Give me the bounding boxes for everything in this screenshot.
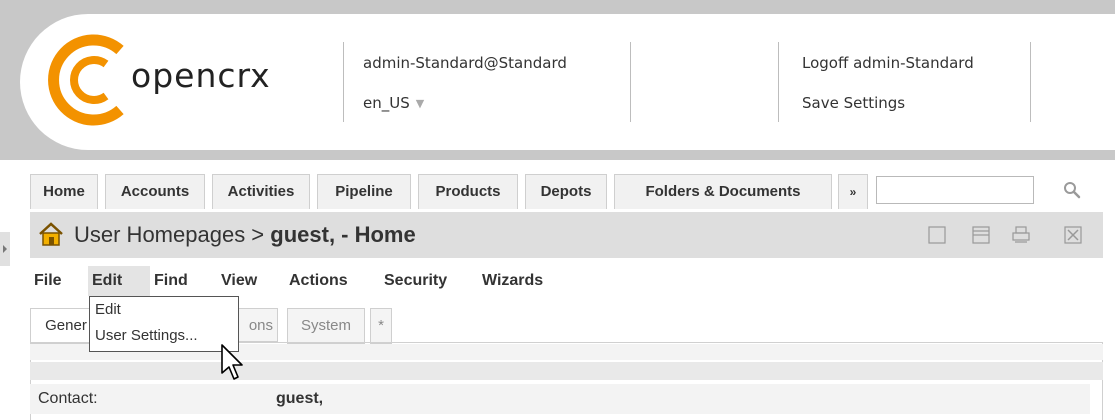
nav-tab-accounts[interactable]: Accounts: [105, 174, 205, 209]
header-divider: [778, 42, 779, 122]
nav-tab-pipeline[interactable]: Pipeline: [317, 174, 411, 209]
sidebar-toggle-icon[interactable]: [0, 232, 10, 266]
page-title-object: guest, - Home: [270, 222, 416, 247]
nav-more-button[interactable]: »: [838, 174, 868, 209]
search-icon[interactable]: [1062, 180, 1082, 200]
locale-selector[interactable]: en_US ▼: [363, 94, 424, 112]
home-icon: [39, 222, 63, 246]
breadcrumb: User Homepages >: [74, 222, 271, 247]
edit-dropdown-menu: Edit User Settings...: [89, 296, 239, 352]
form-separator: [30, 362, 1103, 380]
nav-tab-home[interactable]: Home: [30, 174, 98, 209]
menu-actions[interactable]: Actions: [285, 266, 352, 296]
current-user: admin-Standard@Standard: [363, 54, 567, 72]
dropdown-item-edit[interactable]: Edit: [95, 301, 121, 318]
save-settings-link[interactable]: Save Settings: [802, 94, 905, 112]
window-maximize-icon[interactable]: [972, 226, 990, 244]
menu-file[interactable]: File: [30, 266, 66, 296]
contact-value[interactable]: guest,: [276, 390, 323, 408]
tab-all[interactable]: *: [370, 308, 392, 344]
page-title: User Homepages > guest, - Home: [74, 222, 416, 248]
close-icon[interactable]: [1064, 226, 1082, 244]
contact-label: Contact:: [38, 390, 98, 407]
nav-tab-activities[interactable]: Activities: [212, 174, 310, 209]
print-icon[interactable]: [1012, 226, 1030, 244]
logo-text: opencrx: [131, 56, 271, 95]
menu-edit[interactable]: Edit: [88, 266, 150, 296]
dropdown-item-user-settings[interactable]: User Settings...: [95, 327, 198, 344]
logoff-link[interactable]: Logoff admin-Standard: [802, 54, 974, 72]
menu-wizards[interactable]: Wizards: [478, 266, 547, 296]
header-divider: [1030, 42, 1031, 122]
nav-tab-depots[interactable]: Depots: [525, 174, 607, 209]
header-divider: [630, 42, 631, 122]
search-input[interactable]: [876, 176, 1034, 204]
menu-find[interactable]: Find: [150, 266, 192, 296]
contact-row: Contact: guest,: [30, 384, 1090, 414]
menu-view[interactable]: View: [217, 266, 261, 296]
nav-tab-folders-documents[interactable]: Folders & Documents: [614, 174, 832, 209]
chevron-down-icon: ▼: [415, 97, 425, 110]
nav-tab-products[interactable]: Products: [418, 174, 518, 209]
tab-system[interactable]: System: [287, 308, 365, 344]
menu-security[interactable]: Security: [380, 266, 451, 296]
header-divider: [343, 42, 344, 122]
mouse-cursor-icon: [221, 344, 243, 380]
locale-value: en_US: [363, 94, 410, 112]
page-title-bar: User Homepages > guest, - Home: [30, 212, 1103, 258]
window-minimize-icon[interactable]: [928, 226, 946, 244]
